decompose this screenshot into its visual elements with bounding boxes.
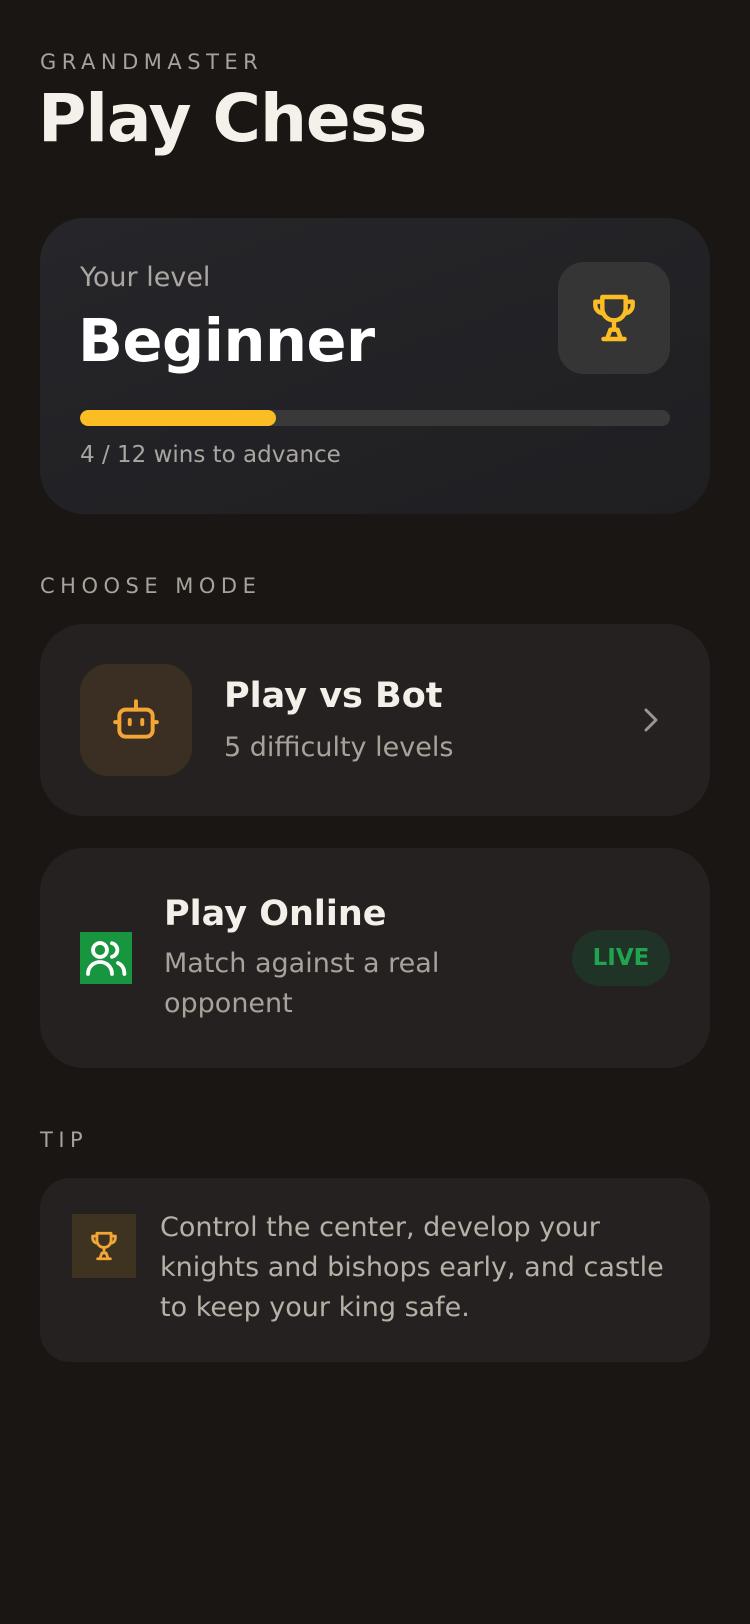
users-icon [80,932,132,984]
robot-icon [113,699,159,739]
bot-icon-box [80,664,192,776]
chevron-right-icon [636,702,666,738]
level-label: Your level [80,262,211,293]
tip-text: Control the center, develop your knights… [160,1212,664,1323]
play-vs-bot-title: Play vs Bot [224,676,443,716]
play-online-subtitle-line2: opponent [164,988,293,1019]
level-value: Beginner [78,306,375,375]
live-badge: LIVE [572,930,670,986]
play-online-title: Play Online [164,894,387,934]
play-online-subtitle: Match against a real opponent [164,944,439,1024]
tip-label: TIP [40,1128,89,1152]
trophy-badge [558,262,670,374]
page-title: Play Chess [38,80,427,157]
trophy-icon [91,1231,117,1261]
level-progress-fill [80,410,277,426]
tip-icon-box [72,1214,136,1278]
trophy-icon [593,294,635,342]
progress-caption: 4 / 12 wins to advance [80,442,341,468]
level-progress-bar [80,410,670,426]
play-vs-bot-subtitle: 5 difficulty levels [224,732,454,763]
tip-card: Control the center, develop your knights… [40,1178,710,1362]
level-card: Your level Beginner 4 / 12 wins to advan… [40,218,710,514]
play-online-subtitle-line1: Match against a real [164,948,440,979]
play-online-card[interactable]: Play Online Match against a real opponen… [40,848,710,1068]
app-eyebrow: GRANDMASTER [40,50,264,74]
choose-mode-label: CHOOSE MODE [40,574,262,598]
play-vs-bot-card[interactable]: Play vs Bot 5 difficulty levels [40,624,710,816]
